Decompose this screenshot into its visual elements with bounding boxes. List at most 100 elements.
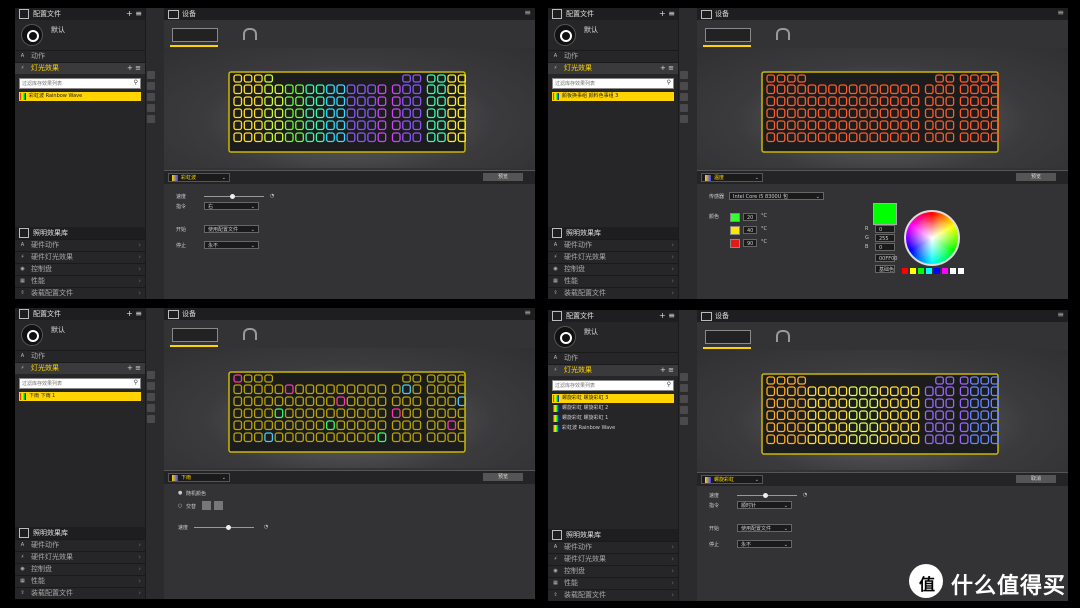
- effect-type-dropdown[interactable]: 螺旋彩虹 ⌄: [701, 475, 763, 484]
- edit-icon[interactable]: [147, 104, 155, 112]
- edit-icon[interactable]: [680, 406, 688, 414]
- preset-color-swatch[interactable]: [910, 268, 916, 274]
- lighting-row[interactable]: ⚡ 灯光效果 + ≡: [15, 62, 145, 74]
- paste-icon[interactable]: [680, 395, 688, 403]
- lighting-tools[interactable]: + ≡: [660, 63, 674, 74]
- effect-list-item[interactable]: 颜板换事组 颜料色事组 3: [552, 92, 674, 101]
- paste-icon[interactable]: [680, 93, 688, 101]
- performance-row[interactable]: ▦ 性能 ›: [548, 577, 678, 589]
- speed-slider[interactable]: [194, 525, 254, 530]
- profile-entry[interactable]: 默认: [15, 20, 145, 50]
- preview-button[interactable]: 预览: [1016, 173, 1056, 181]
- lighting-row[interactable]: ⚡ 灯光效果 + ≡: [548, 62, 678, 74]
- threshold-color-swatch[interactable]: [730, 226, 740, 235]
- copy-icon[interactable]: [680, 384, 688, 392]
- sensor-select[interactable]: Intel Core i5 8300U 包 ⌄: [729, 192, 824, 200]
- hardware-lighting-row[interactable]: ⚡ 硬件灯光效果 ›: [15, 251, 145, 263]
- color-wheel[interactable]: [904, 210, 960, 266]
- copy-icon[interactable]: [680, 82, 688, 90]
- effect-search-input[interactable]: [553, 381, 665, 390]
- headset-tab[interactable]: [772, 327, 792, 347]
- lighting-tools[interactable]: + ≡: [127, 63, 141, 74]
- headset-tab[interactable]: [239, 25, 259, 45]
- headset-tab[interactable]: [772, 25, 792, 45]
- hex-value-box[interactable]: 00FF00: [875, 254, 897, 262]
- keyboard-tab[interactable]: [170, 25, 218, 47]
- stop-select[interactable]: 永不 ⌄: [204, 241, 259, 249]
- effect-type-dropdown[interactable]: 下雨 ⌄: [168, 473, 230, 482]
- effect-list-item[interactable]: 螺旋彩虹 螺旋彩虹 1: [552, 414, 674, 423]
- start-select[interactable]: 使用配置文件 ⌄: [737, 524, 792, 532]
- alternate-color-swatch[interactable]: [214, 501, 223, 510]
- copy-icon[interactable]: [147, 382, 155, 390]
- preview-button[interactable]: 预览: [483, 473, 523, 481]
- dashboard-row[interactable]: ◉ 控制盘 ›: [15, 263, 145, 275]
- delete-icon[interactable]: [680, 115, 688, 123]
- preview-button[interactable]: 预览: [483, 173, 523, 181]
- edit-icon[interactable]: [147, 404, 155, 412]
- speed-slider[interactable]: [737, 493, 797, 498]
- performance-row[interactable]: ▦ 性能 ›: [15, 575, 145, 587]
- preset-color-swatch[interactable]: [942, 268, 948, 274]
- preset-color-swatch[interactable]: [950, 268, 956, 274]
- effect-list-item[interactable]: 下雨 下雨 1: [19, 392, 141, 401]
- profile-entry[interactable]: 默认: [548, 20, 678, 50]
- effect-type-dropdown[interactable]: 温度 ⌄: [701, 173, 763, 182]
- effect-search-input[interactable]: [20, 79, 132, 88]
- hardware-actions-row[interactable]: A 硬件动作 ›: [548, 239, 678, 251]
- preset-color-swatch[interactable]: [934, 268, 940, 274]
- preset-color-swatch[interactable]: [926, 268, 932, 274]
- actions-row[interactable]: A 动作: [548, 50, 678, 62]
- new-icon[interactable]: [147, 371, 155, 379]
- rgb-value-box[interactable]: 0: [875, 243, 895, 251]
- effect-search[interactable]: ⚲: [552, 78, 674, 89]
- hardware-lighting-row[interactable]: ⚡ 硬件灯光效果 ›: [15, 551, 145, 563]
- effect-search[interactable]: ⚲: [19, 78, 141, 89]
- paste-icon[interactable]: [147, 93, 155, 101]
- preset-color-swatch[interactable]: [958, 268, 964, 274]
- speed-slider-knob[interactable]: [230, 194, 235, 199]
- profiles-tools[interactable]: + ≡: [126, 308, 142, 320]
- profiles-tools[interactable]: + ≡: [659, 310, 675, 322]
- profile-entry[interactable]: 默认: [548, 322, 678, 352]
- import-profile-row[interactable]: ⇪ 装载配置文件 ›: [548, 287, 678, 299]
- effect-list-item[interactable]: 彩虹波 Rainbow Wave: [19, 92, 141, 101]
- effect-search-input[interactable]: [20, 379, 132, 388]
- threshold-color-swatch[interactable]: [730, 213, 740, 222]
- preview-button[interactable]: 取消: [1016, 475, 1056, 483]
- stop-select[interactable]: 永不 ⌄: [737, 540, 792, 548]
- threshold-value-box[interactable]: 40: [743, 226, 757, 234]
- keyboard-tab[interactable]: [170, 325, 218, 347]
- menu-icon[interactable]: ≡: [1057, 8, 1064, 17]
- lighting-row[interactable]: ⚡ 灯光效果 + ≡: [15, 362, 145, 374]
- speed-slider-knob[interactable]: [226, 525, 231, 530]
- delete-icon[interactable]: [147, 415, 155, 423]
- new-icon[interactable]: [680, 373, 688, 381]
- start-select[interactable]: 使用配置文件 ⌄: [204, 225, 259, 233]
- headset-tab[interactable]: [239, 325, 259, 345]
- effect-type-dropdown[interactable]: 彩虹波 ⌄: [168, 173, 230, 182]
- preset-color-swatch[interactable]: [902, 268, 908, 274]
- delete-icon[interactable]: [680, 417, 688, 425]
- effect-search[interactable]: ⚲: [552, 380, 674, 391]
- menu-icon[interactable]: ≡: [1057, 310, 1064, 319]
- copy-icon[interactable]: [147, 82, 155, 90]
- threshold-value-box[interactable]: 90: [743, 239, 757, 247]
- keyboard-tab[interactable]: [703, 25, 751, 47]
- performance-row[interactable]: ▦ 性能 ›: [15, 275, 145, 287]
- actions-row[interactable]: A 动作: [15, 50, 145, 62]
- threshold-value-box[interactable]: 20: [743, 213, 757, 221]
- dashboard-row[interactable]: ◉ 控制盘 ›: [548, 565, 678, 577]
- import-profile-row[interactable]: ⇪ 装载配置文件 ›: [15, 287, 145, 299]
- random-color-radio[interactable]: ●: [178, 490, 182, 496]
- import-profile-row[interactable]: ⇪ 装载配置文件 ›: [548, 589, 678, 601]
- effect-list-item[interactable]: 彩虹波 Rainbow Wave: [552, 424, 674, 433]
- direction-select[interactable]: 顺时针 ⌄: [737, 501, 792, 509]
- performance-row[interactable]: ▦ 性能 ›: [548, 275, 678, 287]
- actions-row[interactable]: A 动作: [15, 350, 145, 362]
- effect-search[interactable]: ⚲: [19, 378, 141, 389]
- effect-list-item[interactable]: 螺旋彩虹 螺旋彩虹 3: [552, 394, 674, 403]
- hardware-actions-row[interactable]: A 硬件动作 ›: [548, 541, 678, 553]
- lighting-row[interactable]: ⚡ 灯光效果 + ≡: [548, 364, 678, 376]
- preset-color-swatch[interactable]: [918, 268, 924, 274]
